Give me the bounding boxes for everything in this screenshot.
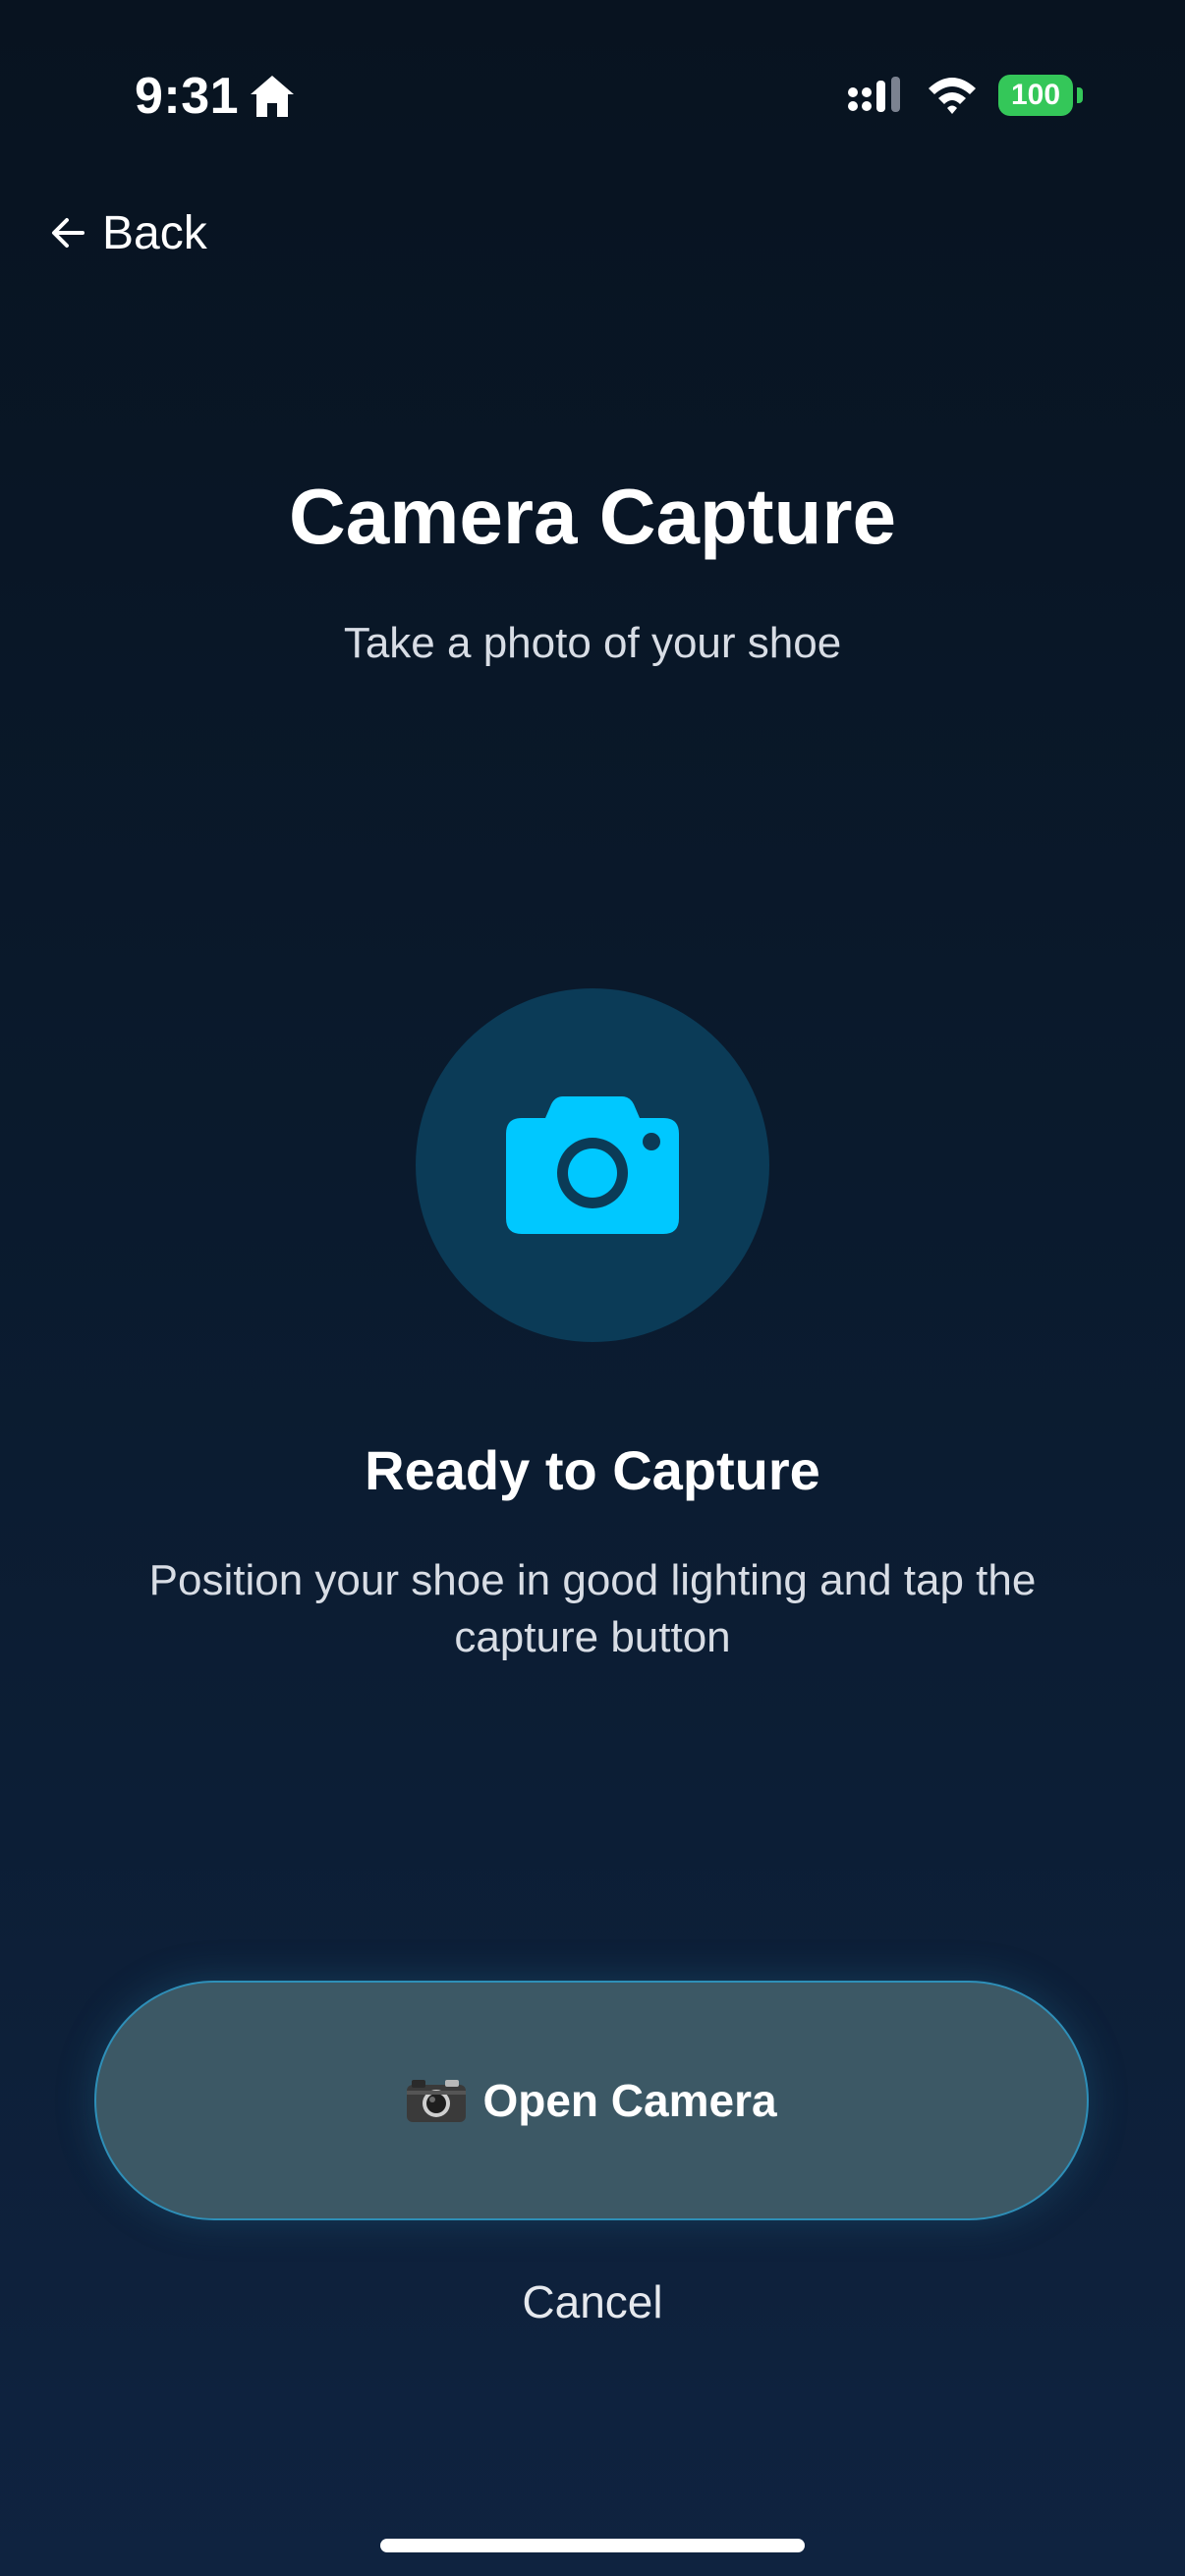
page-subtitle: Take a photo of your shoe — [343, 619, 842, 667]
battery-cap — [1077, 87, 1083, 103]
home-icon — [251, 76, 294, 117]
cellular-signal-icon — [848, 77, 900, 112]
open-camera-button[interactable]: Open Camera — [94, 1981, 1089, 2220]
camera-emoji-icon — [407, 2080, 467, 2122]
cancel-button[interactable]: Cancel — [445, 2266, 740, 2338]
arrow-left-icon — [52, 218, 85, 248]
status-description: Position your shoe in good lighting and … — [148, 1556, 1037, 1661]
camera-icon — [506, 1096, 679, 1234]
camera-badge — [416, 988, 769, 1342]
home-indicator — [380, 2539, 805, 2552]
page-title: Camera Capture — [288, 473, 896, 560]
wifi-icon — [929, 78, 976, 114]
status-bar: 9:31 100 — [0, 0, 1185, 196]
status-title: Ready to Capture — [365, 1439, 820, 1501]
battery-indicator: 100 — [998, 75, 1083, 116]
status-time: 9:31 — [135, 68, 240, 125]
back-label: Back — [102, 206, 207, 259]
back-button[interactable]: Back — [47, 196, 207, 269]
battery-level: 100 — [998, 75, 1073, 116]
open-camera-label: Open Camera — [482, 2075, 777, 2126]
